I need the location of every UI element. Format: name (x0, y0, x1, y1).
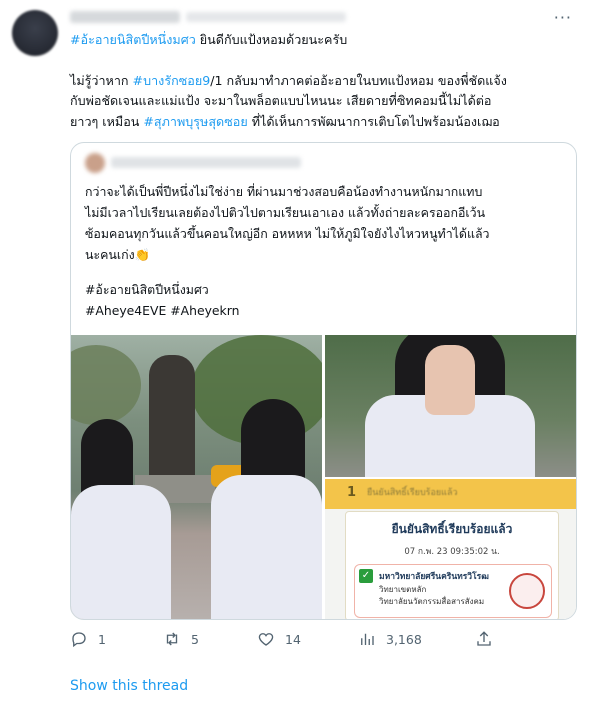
quoted-hashtags: #Aheye4EVE #Aheyekrn (85, 303, 240, 318)
photo-statue (149, 355, 195, 485)
share-icon (477, 631, 491, 646)
quoted-text-line: ไม่มีเวลาไปเรียนเลยต้องไปติวไปตามเรียนเอ… (85, 205, 486, 220)
photo-hands (425, 345, 475, 415)
quoted-author-avatar (85, 153, 105, 173)
like-button[interactable]: 14 (257, 624, 301, 654)
tweet-text-segment: กับพ่อชัดเจนและแม่แป้ง จะมาในพล็อตแบบไหน… (70, 93, 492, 108)
enrollment-step-number: 1 (347, 485, 357, 500)
enrollment-body: ยืนยันสิทธิ์เรียบร้อยแล้ว 07 ก.พ. 23 09:… (345, 511, 559, 619)
hashtag-link[interactable]: #บางรักซอย9 (133, 73, 211, 88)
tweet-actions: 1 5 14 3,168 (70, 624, 500, 654)
enrollment-date: 07 ก.พ. 23 09:35:02 น. (404, 547, 500, 557)
reply-button[interactable]: 1 (70, 624, 106, 654)
like-icon (258, 633, 274, 646)
author-handle-blurred[interactable] (186, 12, 346, 22)
tweet-text-segment: ยาวๆ เหมือน (70, 113, 144, 129)
enrollment-header: 1 ยืนยันสิทธิ์เรียบร้อยแล้ว (325, 479, 576, 509)
share-button[interactable] (475, 624, 493, 654)
tweet-text-segment: ที่ได้เห็นการพัฒนาการเติบโตไปพร้อมน้องเฌ… (247, 113, 500, 129)
like-count: 14 (285, 631, 301, 647)
media-photo-statue[interactable] (71, 335, 322, 619)
quoted-text-line: กว่าจะได้เป็นพี่ปีหนึ่งไม่ใช่ง่าย ที่ผ่า… (85, 184, 483, 199)
quoted-tweet-text: กว่าจะได้เป็นพี่ปีหนึ่งไม่ใช่ง่าย ที่ผ่า… (85, 181, 565, 321)
college-name: วิทยาลัยนวัตกรรมสื่อสารสังคม (379, 597, 485, 606)
quoted-author-name-blurred (111, 157, 301, 168)
quoted-text-line: นะคนเก่ง👏 (85, 247, 151, 262)
university-name: มหาวิทยาลัยศรีนครินทรวิโรฒ (379, 572, 489, 582)
quoted-text-line: ซ้อมคอนทุกวันแล้วขึ้นคอนใหญ่อีก อหหหห ไม… (85, 226, 490, 241)
show-thread-link[interactable]: Show this thread (70, 678, 188, 694)
view-count: 3,168 (386, 631, 422, 647)
quoted-hashtags: #อ้ะอายนิสิตปีหนึ่งมศว (85, 282, 209, 297)
enrollment-header-text: ยืนยันสิทธิ์เรียบร้อยแล้ว (367, 488, 458, 498)
author-avatar[interactable] (12, 10, 58, 56)
university-seal-icon (509, 573, 545, 609)
tweet-header (70, 8, 346, 26)
tweet-text-segment: /1 กลับมาทำภาคต่ออ้ะอายในบทแป้งหอม ของพี… (210, 72, 507, 88)
retweet-button[interactable]: 5 (163, 624, 199, 654)
views-icon (361, 633, 374, 645)
media-photo-hands[interactable] (325, 335, 576, 477)
tweet-text-segment: ยินดีกับแป้งหอมด้วยนะครับ (195, 32, 348, 47)
tweet-text-segment: ไม่รู้ว่าหาก (70, 72, 133, 88)
quoted-tweet[interactable]: กว่าจะได้เป็นพี่ปีหนึ่งไม่ใช่ง่าย ที่ผ่า… (70, 142, 577, 620)
photo-girl-shirt (211, 475, 322, 619)
retweet-icon (166, 632, 178, 646)
photo-girl-shirt (71, 485, 171, 619)
author-name-blurred[interactable] (70, 11, 180, 23)
media-grid: 1 ยืนยันสิทธิ์เรียบร้อยแล้ว ยืนยันสิทธิ์… (71, 335, 576, 619)
tweet-text: #อ้ะอายนิสิตปีหนึ่งมศว ยินดีกับแป้งหอมด้… (70, 30, 570, 132)
enrollment-title: ยืนยันสิทธิ์เรียบร้อยแล้ว (391, 522, 513, 536)
reply-icon (72, 632, 86, 648)
media-screenshot-enrollment[interactable]: 1 ยืนยันสิทธิ์เรียบร้อยแล้ว ยืนยันสิทธิ์… (325, 479, 576, 619)
enrollment-university-card: ✓ มหาวิทยาลัยศรีนครินทรวิโรฒ วิทยาเขตหลั… (354, 564, 552, 618)
hashtag-link[interactable]: #อ้ะอายนิสิตปีหนึ่งมศว (70, 32, 196, 47)
photo-tree (71, 345, 141, 425)
reply-count: 1 (98, 631, 106, 647)
views-button[interactable]: 3,168 (358, 624, 422, 654)
more-icon[interactable]: ··· (554, 8, 572, 27)
retweet-count: 5 (191, 631, 199, 647)
check-icon: ✓ (359, 569, 373, 583)
hashtag-link[interactable]: #สุภาพบุรุษสุดซอย (143, 114, 247, 129)
